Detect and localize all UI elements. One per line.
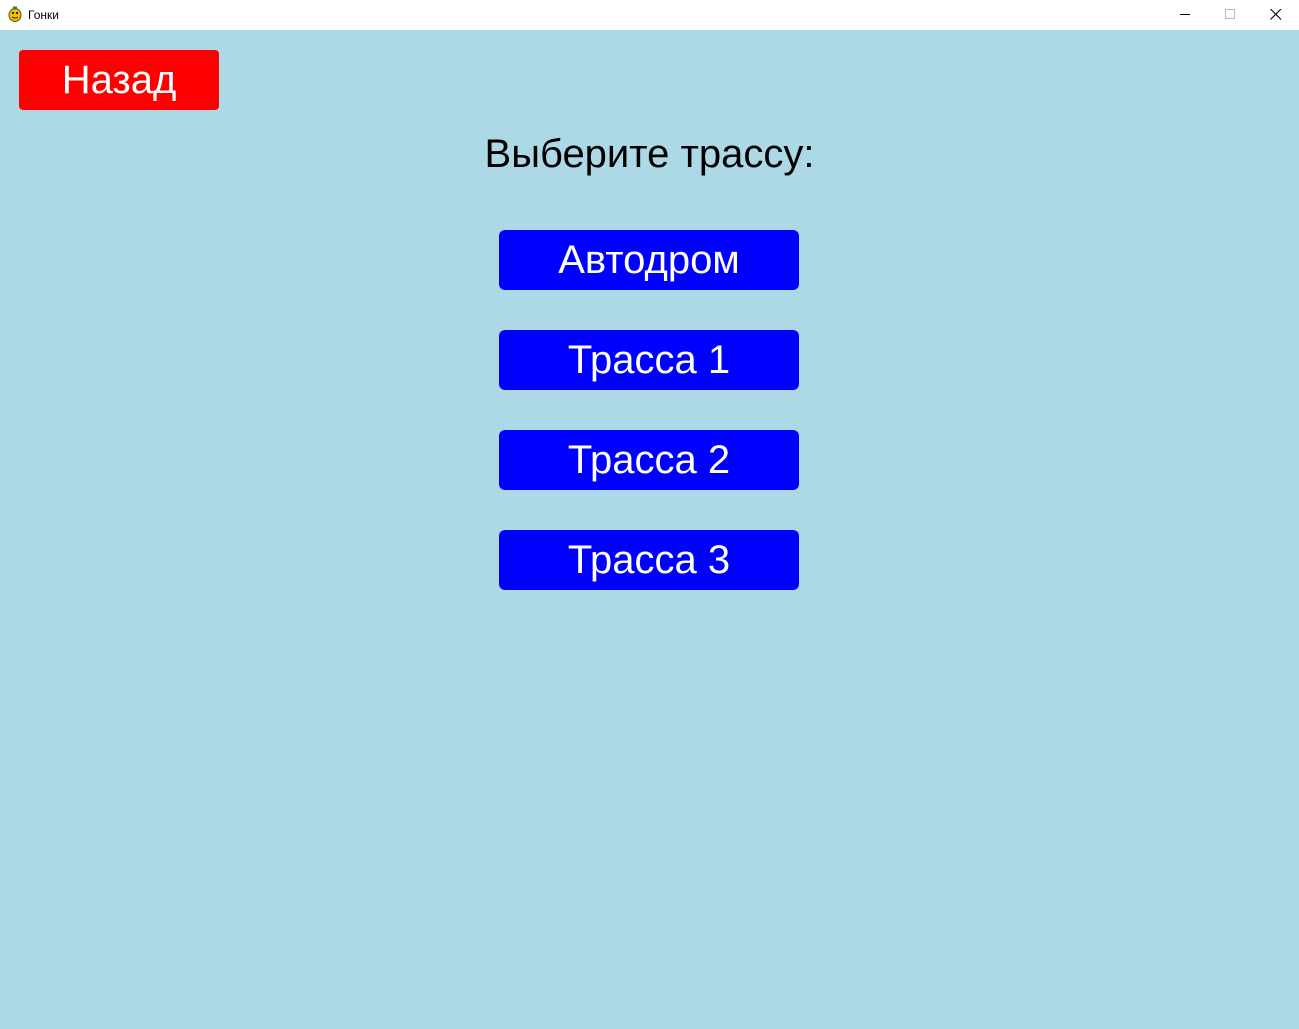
app-icon [8, 6, 22, 22]
minimize-icon [1180, 14, 1190, 15]
track-button-1[interactable]: Трасса 1 [499, 330, 799, 390]
track-button-3[interactable]: Трасса 3 [499, 530, 799, 590]
close-icon [1270, 9, 1282, 20]
track-button-2[interactable]: Трасса 2 [499, 430, 799, 490]
window-title: Гонки [28, 8, 59, 22]
app-window: Гонки Назад Выберите трассу: Автодром Тр… [0, 0, 1299, 1029]
back-button[interactable]: Назад [19, 50, 219, 110]
page-title: Выберите трассу: [484, 132, 815, 176]
track-button-autodrom[interactable]: Автодром [499, 230, 799, 290]
maximize-icon [1225, 9, 1235, 19]
close-button[interactable] [1253, 0, 1299, 30]
minimize-button[interactable] [1162, 0, 1208, 30]
game-canvas: Назад Выберите трассу: Автодром Трасса 1… [0, 30, 1299, 1029]
title-bar[interactable]: Гонки [0, 0, 1299, 30]
maximize-button[interactable] [1207, 0, 1253, 30]
